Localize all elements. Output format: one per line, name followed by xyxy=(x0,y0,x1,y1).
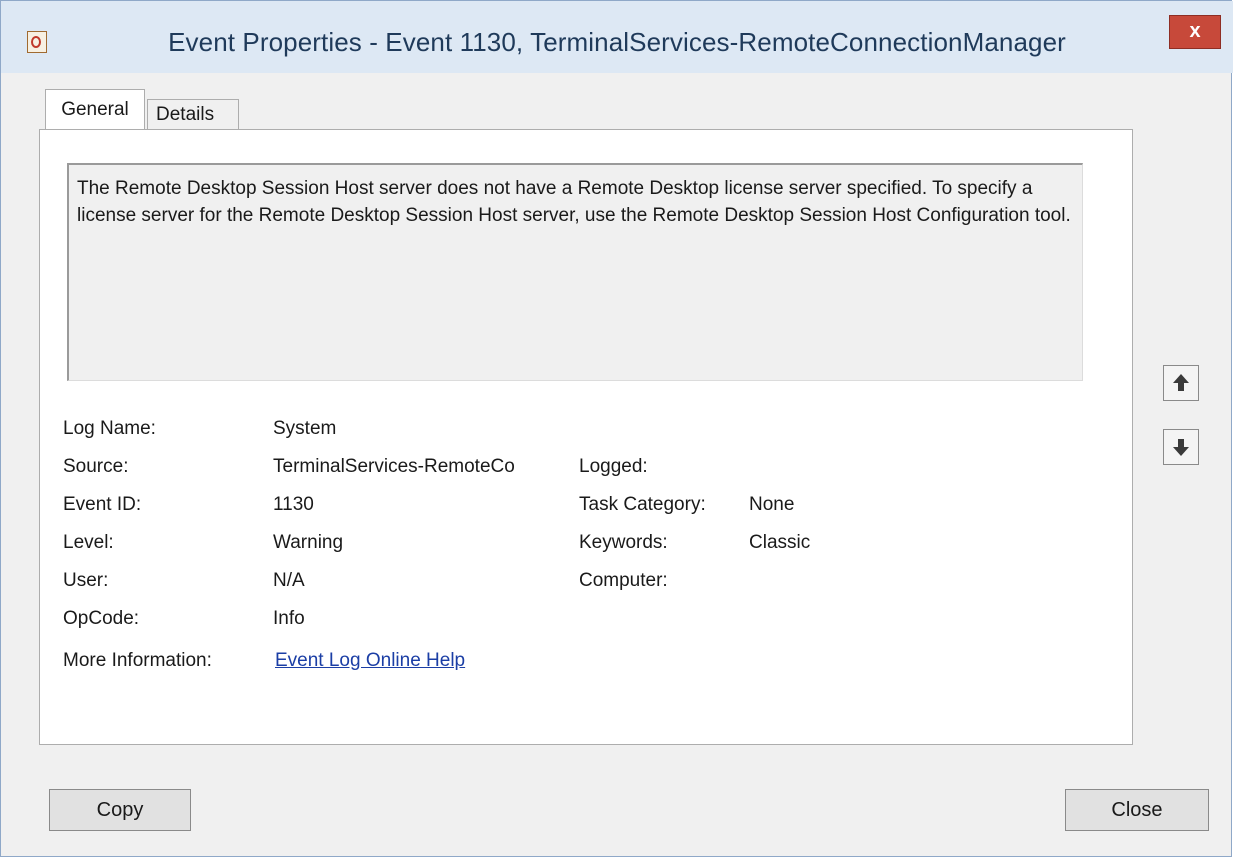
event-id-label: Event ID: xyxy=(63,494,142,515)
previous-event-button[interactable] xyxy=(1163,365,1199,401)
event-description-textbox[interactable]: The Remote Desktop Session Host server d… xyxy=(67,163,1083,381)
arrow-up-icon xyxy=(1173,374,1189,391)
tab-details[interactable]: Details xyxy=(147,99,239,131)
opcode-label: OpCode: xyxy=(63,608,140,629)
event-id-value: 1130 xyxy=(273,494,314,515)
keywords-value: Classic xyxy=(749,532,811,553)
source-value: TerminalServices-RemoteCo xyxy=(273,456,515,477)
user-value: N/A xyxy=(273,570,305,591)
title-bar: Event Properties - Event 1130, TerminalS… xyxy=(1,1,1233,73)
close-window-button[interactable]: x xyxy=(1169,15,1221,49)
log-name-label: Log Name: xyxy=(63,418,156,439)
opcode-value: Info xyxy=(273,608,305,629)
level-label: Level: xyxy=(63,532,114,553)
computer-label: Computer: xyxy=(579,570,668,591)
source-label: Source: xyxy=(63,456,129,477)
log-name-value: System xyxy=(273,418,337,439)
level-value: Warning xyxy=(273,532,344,553)
next-event-button[interactable] xyxy=(1163,429,1199,465)
task-category-value: None xyxy=(749,494,795,515)
close-button[interactable]: Close xyxy=(1065,789,1209,831)
logged-label: Logged: xyxy=(579,456,648,477)
event-log-online-help-link[interactable]: Event Log Online Help xyxy=(275,649,465,673)
copy-button[interactable]: Copy xyxy=(49,789,191,831)
keywords-label: Keywords: xyxy=(579,532,668,553)
task-category-label: Task Category: xyxy=(579,494,706,515)
arrow-down-icon xyxy=(1173,439,1189,456)
event-properties-window: Event Properties - Event 1130, TerminalS… xyxy=(0,0,1233,857)
more-information-label: More Information: xyxy=(63,650,212,671)
tab-general[interactable]: General xyxy=(45,89,145,129)
window-title: Event Properties - Event 1130, TerminalS… xyxy=(168,27,1066,57)
user-label: User: xyxy=(63,570,109,591)
